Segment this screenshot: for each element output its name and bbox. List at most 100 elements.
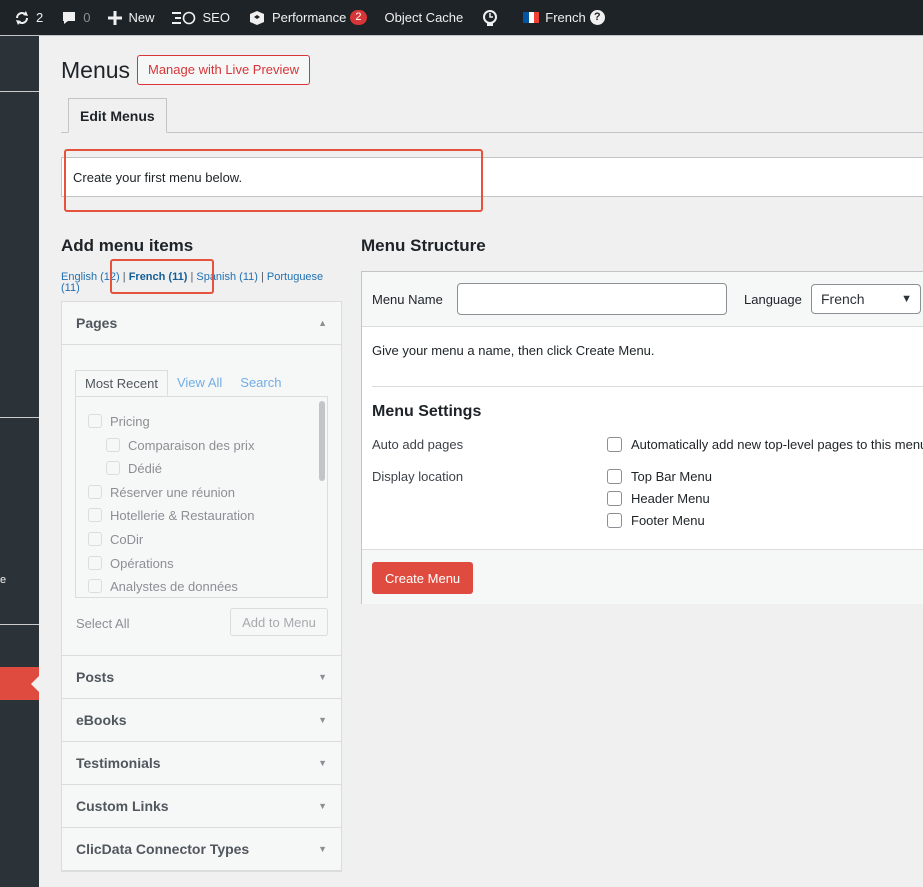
location-label: Footer Menu bbox=[631, 513, 705, 528]
menu-structure-title: Menu Structure bbox=[361, 236, 486, 255]
chevron-down-icon: ▼ bbox=[318, 715, 327, 725]
auto-add-pages-option[interactable]: Automatically add new top-level pages to… bbox=[607, 437, 923, 452]
performance-label: Performance bbox=[271, 10, 347, 25]
location-header[interactable]: Header Menu bbox=[607, 491, 710, 506]
page-title: Menus bbox=[61, 57, 131, 83]
menu-item-current[interactable] bbox=[0, 667, 39, 700]
accordion-title: Custom Links bbox=[76, 798, 169, 814]
list-item[interactable]: Opérations bbox=[88, 553, 174, 573]
checkbox[interactable] bbox=[88, 508, 102, 522]
accordion-title: Posts bbox=[76, 669, 115, 685]
list-item[interactable]: Hotellerie & Restauration bbox=[88, 505, 255, 525]
chevron-down-icon: ▼ bbox=[318, 844, 327, 854]
comments-item[interactable]: 0 bbox=[61, 10, 90, 26]
list-item[interactable]: Comparaison des prix bbox=[106, 435, 254, 455]
language-select-value: French bbox=[821, 291, 865, 307]
create-menu-button[interactable]: Create Menu bbox=[372, 562, 474, 594]
tab-most-recent[interactable]: Most Recent bbox=[75, 370, 168, 396]
checkbox[interactable] bbox=[106, 438, 120, 452]
accordion-header[interactable]: Custom Links ▼ bbox=[62, 785, 341, 828]
location-footer[interactable]: Footer Menu bbox=[607, 513, 705, 528]
menu-divider bbox=[0, 624, 39, 625]
location-checkbox[interactable] bbox=[607, 513, 622, 528]
chevron-up-icon: ▲ bbox=[318, 318, 327, 328]
accordion-posts[interactable]: Posts ▼ bbox=[61, 655, 342, 700]
page-label: Analystes de données bbox=[110, 578, 238, 594]
admin-bar: 2 0 New SEO Performance 2 Object Cache F… bbox=[0, 0, 923, 36]
list-item[interactable]: Analystes de données bbox=[88, 576, 238, 596]
location-top-bar[interactable]: Top Bar Menu bbox=[607, 469, 712, 484]
seo-item[interactable]: SEO bbox=[172, 10, 230, 25]
accordion-title: eBooks bbox=[76, 712, 127, 728]
accordion-testimonials[interactable]: Testimonials ▼ bbox=[61, 741, 342, 786]
accordion-ebooks[interactable]: eBooks ▼ bbox=[61, 698, 342, 743]
seo-icon bbox=[172, 11, 196, 24]
language-select[interactable]: French ▼ bbox=[811, 284, 921, 314]
chevron-down-icon: ▼ bbox=[901, 293, 912, 305]
menu-edit-panel: Menu Name Language French ▼ Give your me… bbox=[361, 271, 923, 604]
add-to-menu-button[interactable]: Add to Menu bbox=[230, 608, 328, 636]
location-checkbox[interactable] bbox=[607, 491, 622, 506]
query-monitor-item[interactable] bbox=[481, 9, 505, 27]
page-label: Comparaison des prix bbox=[128, 437, 255, 453]
list-item[interactable]: Pricing bbox=[88, 411, 150, 431]
pages-list: Pricing Comparaison des prix Dédié Réser… bbox=[75, 396, 328, 598]
tab-search[interactable]: Search bbox=[231, 370, 290, 396]
plus-icon bbox=[108, 10, 123, 25]
checkbox[interactable] bbox=[88, 485, 102, 499]
help-icon[interactable]: ? bbox=[589, 10, 605, 25]
page-label: Dédié bbox=[128, 460, 162, 476]
auto-add-text: Automatically add new top-level pages to… bbox=[631, 437, 923, 452]
pages-tabs: Most Recent View All Search bbox=[75, 370, 290, 396]
language-switcher[interactable]: French ? bbox=[523, 10, 605, 25]
list-item[interactable]: Réserver une réunion bbox=[88, 482, 235, 502]
menu-name-input[interactable] bbox=[457, 283, 727, 315]
menu-item-fragment[interactable]: e bbox=[0, 574, 6, 586]
accordion-custom-links[interactable]: Custom Links ▼ bbox=[61, 784, 342, 829]
updates-item[interactable]: 2 bbox=[14, 10, 43, 26]
accordion-header[interactable]: Testimonials ▼ bbox=[62, 742, 341, 785]
menu-footer: Create Menu bbox=[362, 549, 923, 604]
object-cache-item[interactable]: Object Cache bbox=[385, 10, 464, 25]
list-item[interactable]: Dédié bbox=[106, 458, 162, 478]
location-checkbox[interactable] bbox=[607, 469, 622, 484]
page-label: Hotellerie & Restauration bbox=[110, 507, 255, 523]
accordion-header[interactable]: ClicData Connector Types ▼ bbox=[62, 828, 341, 871]
pages-list-scrollbar[interactable] bbox=[319, 401, 325, 481]
checkbox[interactable] bbox=[88, 579, 102, 593]
tab-edit-menus[interactable]: Edit Menus bbox=[68, 98, 167, 133]
select-all-link[interactable]: Select All bbox=[76, 616, 129, 631]
add-menu-items-title: Add menu items bbox=[61, 236, 194, 255]
comment-icon bbox=[63, 11, 76, 24]
tab-view-all[interactable]: View All bbox=[168, 370, 231, 396]
menu-name-label: Menu Name bbox=[372, 292, 443, 307]
page-label: Pricing bbox=[110, 413, 150, 429]
accordion-connector-types[interactable]: ClicData Connector Types ▼ bbox=[61, 827, 342, 872]
auto-add-checkbox[interactable] bbox=[607, 437, 622, 452]
language-separator: | bbox=[260, 271, 264, 283]
comments-count: 0 bbox=[83, 10, 91, 25]
accordion-title: ClicData Connector Types bbox=[76, 841, 250, 857]
pages-panel: Pages ▲ Most Recent View All Search Pric… bbox=[61, 301, 342, 656]
accordion-header[interactable]: Posts ▼ bbox=[62, 656, 341, 699]
language-select-label: Language bbox=[744, 292, 802, 307]
checkbox[interactable] bbox=[106, 461, 120, 475]
language-label: French bbox=[545, 10, 586, 25]
pages-panel-header[interactable]: Pages ▲ bbox=[62, 302, 341, 345]
french-flag-icon bbox=[523, 12, 540, 23]
manage-live-preview-button[interactable]: Manage with Live Preview bbox=[137, 55, 311, 85]
seo-label: SEO bbox=[202, 10, 230, 25]
updates-count: 2 bbox=[36, 10, 44, 25]
performance-icon bbox=[249, 10, 264, 25]
performance-item[interactable]: Performance 2 bbox=[248, 10, 367, 26]
list-item[interactable]: CoDir bbox=[88, 529, 143, 549]
checkbox[interactable] bbox=[88, 556, 102, 570]
accordion-header[interactable]: eBooks ▼ bbox=[62, 699, 341, 742]
menu-divider bbox=[0, 91, 39, 92]
chevron-down-icon: ▼ bbox=[318, 801, 327, 811]
checkbox[interactable] bbox=[88, 532, 102, 546]
new-content-item[interactable]: New bbox=[108, 10, 154, 25]
location-label: Top Bar Menu bbox=[631, 469, 712, 484]
display-location-label: Display location bbox=[372, 469, 464, 484]
checkbox[interactable] bbox=[88, 414, 102, 428]
